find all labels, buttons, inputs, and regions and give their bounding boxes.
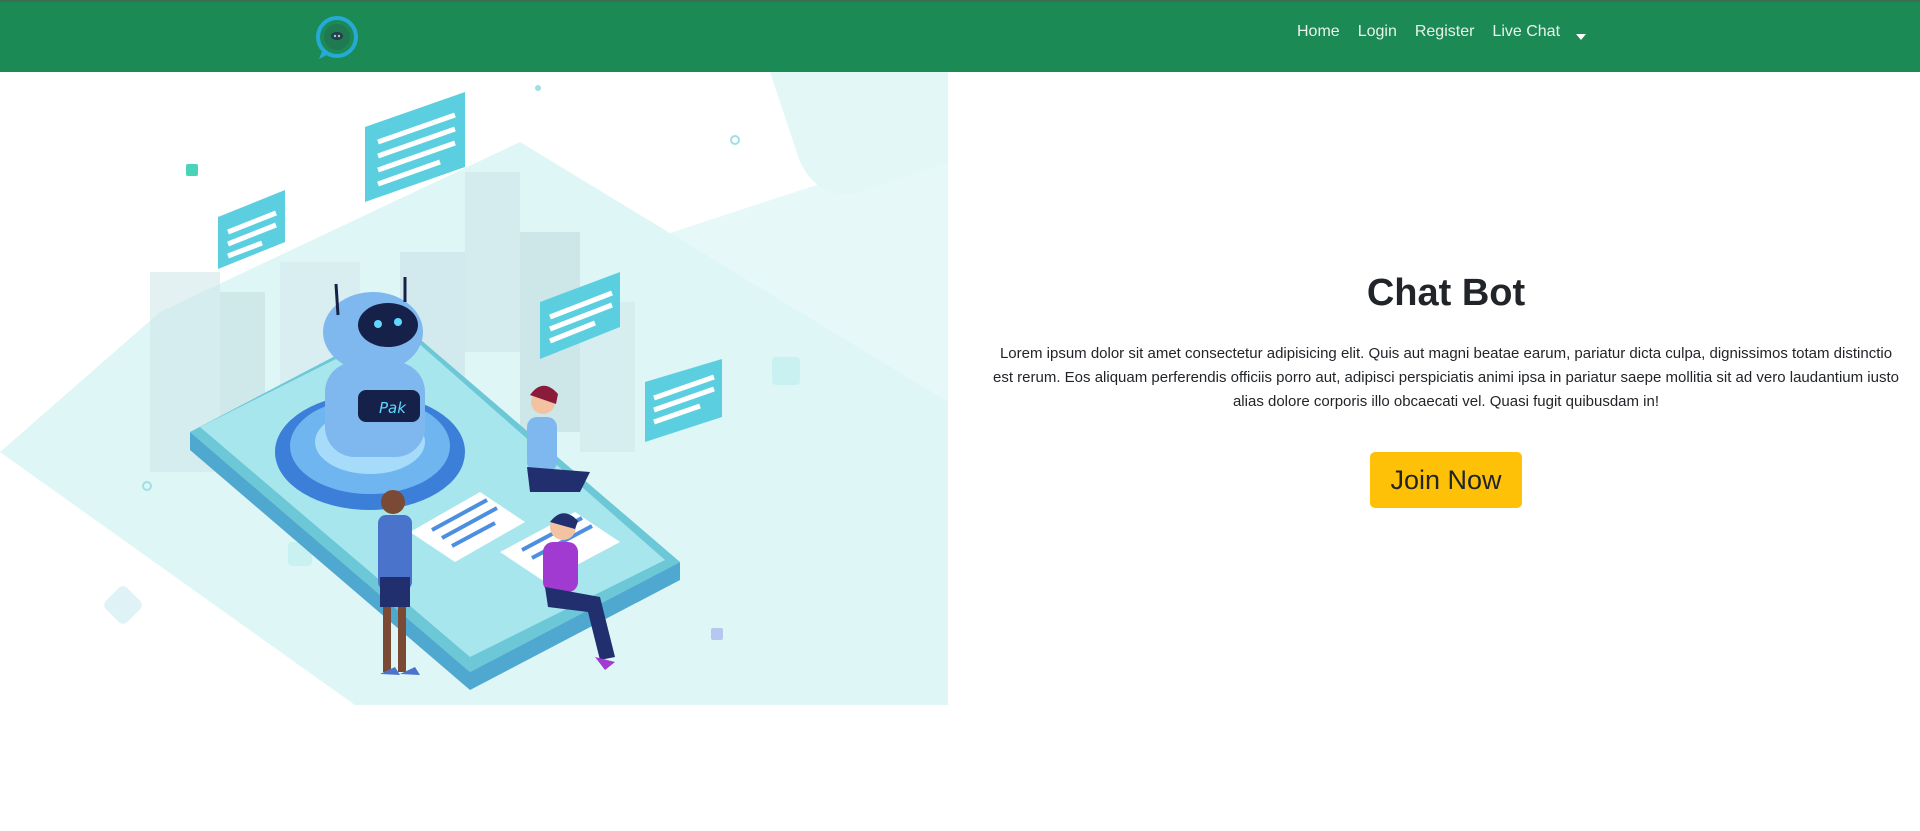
nav-home-link[interactable]: Home [1297, 22, 1340, 42]
nav-register-link[interactable]: Register [1415, 22, 1475, 42]
page-title: Chat Bot [1366, 272, 1526, 314]
nav-live-chat-link[interactable]: Live Chat [1492, 22, 1560, 42]
hero-section: Chat Bot Lorem ipsum dolor sit amet cons… [990, 264, 1902, 508]
join-now-button[interactable]: Join Now [1370, 452, 1522, 508]
hero-illustration: Pak [0, 72, 948, 705]
robot-badge-label: Pak [379, 399, 407, 417]
hero-description: Lorem ipsum dolor sit amet consectetur a… [993, 345, 1899, 410]
logo-icon[interactable] [313, 15, 361, 61]
caret-down-icon[interactable] [1576, 34, 1586, 40]
nav-login-link[interactable]: Login [1358, 22, 1397, 42]
main-nav: Home Login Register Live Chat [1297, 22, 1578, 42]
navbar: Home Login Register Live Chat [0, 0, 1920, 72]
